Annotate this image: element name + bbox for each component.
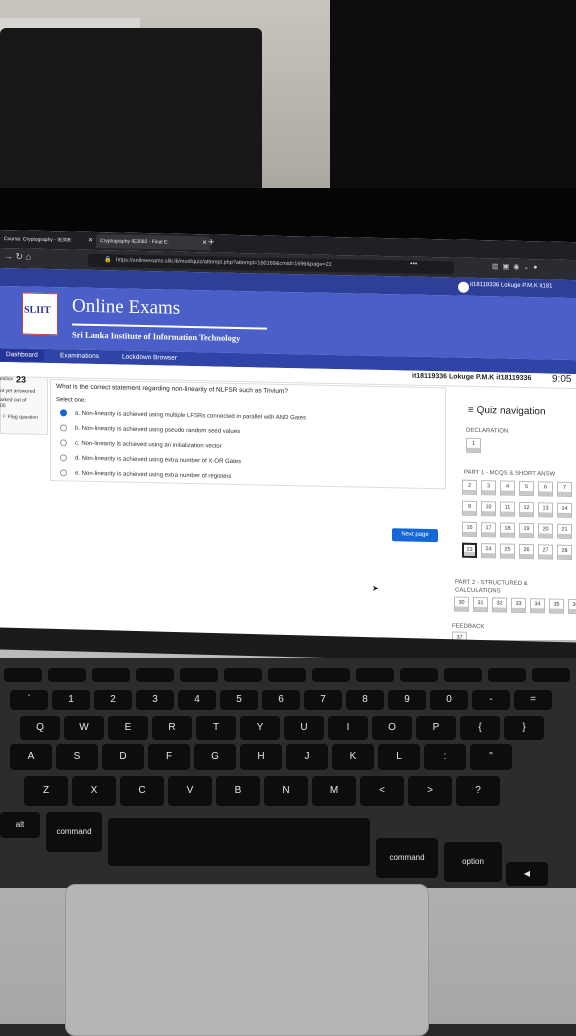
letter-key[interactable]: L <box>378 744 420 770</box>
letter-key[interactable]: " <box>470 744 512 770</box>
letter-key[interactable]: > <box>408 776 452 806</box>
number-key[interactable]: 6 <box>262 690 300 710</box>
letter-key[interactable]: X <box>72 776 116 806</box>
function-key[interactable] <box>92 668 130 682</box>
trackpad[interactable] <box>65 884 429 1036</box>
letter-key[interactable]: ? <box>456 776 500 806</box>
function-key[interactable] <box>268 668 306 682</box>
number-key[interactable]: 4 <box>178 690 216 710</box>
letter-key[interactable]: { <box>460 716 500 740</box>
alt-key[interactable]: alt <box>0 812 40 838</box>
function-key[interactable] <box>488 668 526 682</box>
letter-key[interactable]: U <box>284 716 324 740</box>
number-key[interactable]: 9 <box>388 690 426 710</box>
letter-key[interactable]: Q <box>20 716 60 740</box>
command-key-left[interactable]: command <box>46 812 102 852</box>
letter-key[interactable]: Z <box>24 776 68 806</box>
number-key[interactable]: ` <box>10 690 48 710</box>
function-key[interactable] <box>444 668 482 682</box>
letter-key[interactable]: D <box>102 744 144 770</box>
function-key[interactable] <box>356 668 394 682</box>
letter-key[interactable]: O <box>372 716 412 740</box>
number-key[interactable]: 7 <box>304 690 342 710</box>
letter-key[interactable]: G <box>194 744 236 770</box>
function-key[interactable] <box>400 668 438 682</box>
number-key[interactable]: 1 <box>52 690 90 710</box>
function-key[interactable] <box>532 668 570 682</box>
letter-key[interactable]: : <box>424 744 466 770</box>
letter-key[interactable]: R <box>152 716 192 740</box>
spacebar[interactable] <box>108 818 370 866</box>
letter-key[interactable]: < <box>360 776 404 806</box>
letter-key[interactable]: J <box>286 744 328 770</box>
letter-key[interactable]: C <box>120 776 164 806</box>
function-key[interactable] <box>48 668 86 682</box>
letter-key[interactable]: N <box>264 776 308 806</box>
letter-key[interactable]: H <box>240 744 282 770</box>
letter-key[interactable]: } <box>504 716 544 740</box>
option-key[interactable]: option <box>444 842 502 882</box>
letter-key[interactable]: M <box>312 776 356 806</box>
function-key[interactable] <box>224 668 262 682</box>
number-key[interactable]: - <box>472 690 510 710</box>
letter-key[interactable]: F <box>148 744 190 770</box>
number-key[interactable]: = <box>514 690 552 710</box>
letter-key[interactable]: P <box>416 716 456 740</box>
number-key[interactable]: 3 <box>136 690 174 710</box>
letter-key[interactable]: E <box>108 716 148 740</box>
letter-key[interactable]: Y <box>240 716 280 740</box>
letter-key[interactable]: T <box>196 716 236 740</box>
arrow-left-key[interactable]: ◀ <box>506 862 548 886</box>
letter-key[interactable]: A <box>10 744 52 770</box>
letter-key[interactable]: S <box>56 744 98 770</box>
letter-key[interactable]: K <box>332 744 374 770</box>
number-key[interactable]: 8 <box>346 690 384 710</box>
function-key[interactable] <box>136 668 174 682</box>
letter-key[interactable]: I <box>328 716 368 740</box>
number-key[interactable]: 5 <box>220 690 258 710</box>
command-key-right[interactable]: command <box>376 838 438 878</box>
letter-key[interactable]: W <box>64 716 104 740</box>
number-key[interactable]: 2 <box>94 690 132 710</box>
number-key[interactable]: 0 <box>430 690 468 710</box>
keyboard: ` 1 2 3 4 5 6 7 8 9 0- = Q W E R T Y U I O P{} A S D F G H J K L: " Z X C V… <box>0 0 576 1024</box>
function-key[interactable] <box>312 668 350 682</box>
function-key[interactable] <box>180 668 218 682</box>
function-key[interactable] <box>4 668 42 682</box>
letter-key[interactable]: V <box>168 776 212 806</box>
letter-key[interactable]: B <box>216 776 260 806</box>
